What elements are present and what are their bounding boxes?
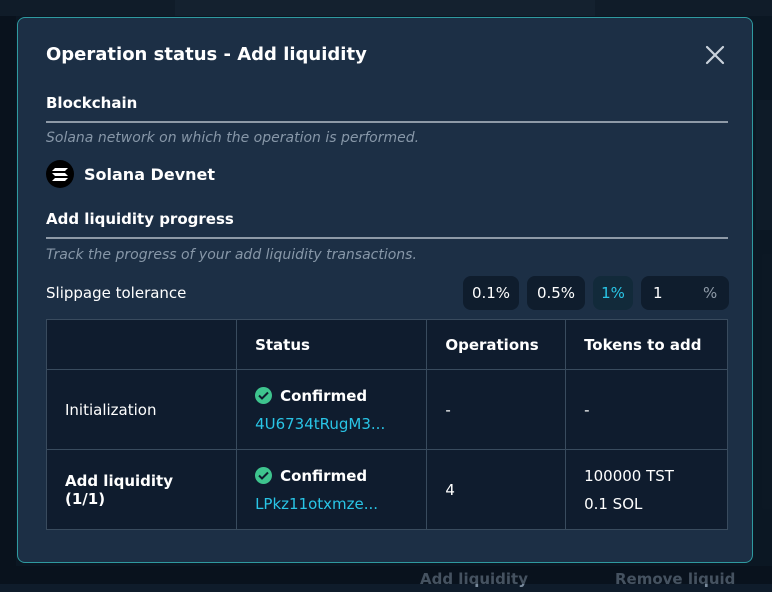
slippage-option-1-selected[interactable]: 1% xyxy=(593,276,633,310)
operation-status-modal: Operation status - Add liquidity Blockch… xyxy=(17,17,753,563)
status-confirmed: Confirmed xyxy=(255,467,408,485)
row-status-cell: Confirmed LPkz11otxmze... xyxy=(236,449,428,530)
row-status-cell: Confirmed 4U6734tRugM3... xyxy=(236,369,428,450)
status-text: Confirmed xyxy=(280,386,368,405)
solana-logo-icon xyxy=(46,160,74,188)
row-step: Add liquidity (1/1) xyxy=(45,449,238,530)
progress-divider xyxy=(46,237,728,239)
token-amount: 0.1 SOL xyxy=(584,494,643,513)
operations-table: Status Operations Tokens to add Initiali… xyxy=(45,319,728,530)
slippage-option-0-5[interactable]: 0.5% xyxy=(527,276,585,310)
network-name: Solana Devnet xyxy=(84,164,216,184)
slippage-label: Slippage tolerance xyxy=(46,284,187,302)
check-circle-icon xyxy=(255,387,273,404)
slippage-custom-field[interactable]: % xyxy=(641,276,729,310)
row-tokens: 100000 TST 0.1 SOL xyxy=(565,449,728,530)
row-step: Initialization xyxy=(45,369,238,450)
transaction-link[interactable]: LPkz11otxmze... xyxy=(255,495,408,513)
transaction-link[interactable]: 4U6734tRugM3... xyxy=(255,415,408,433)
table-header-row: Status Operations Tokens to add xyxy=(45,319,728,370)
header-status: Status xyxy=(236,319,428,370)
blockchain-section-title: Blockchain xyxy=(46,94,138,112)
table-row: Add liquidity (1/1) Confirmed LPkz11otxm… xyxy=(45,449,728,530)
blockchain-divider xyxy=(46,121,728,123)
status-text: Confirmed xyxy=(280,466,368,485)
status-confirmed: Confirmed xyxy=(255,387,408,405)
header-operations: Operations xyxy=(426,319,567,370)
progress-section-title: Add liquidity progress xyxy=(46,210,234,228)
slippage-custom-input[interactable] xyxy=(653,284,703,302)
header-step xyxy=(45,319,238,370)
modal-title: Operation status - Add liquidity xyxy=(46,44,367,65)
header-tokens: Tokens to add xyxy=(565,319,728,370)
progress-description: Track the progress of your add liquidity… xyxy=(46,247,417,263)
slippage-option-0-1[interactable]: 0.1% xyxy=(463,276,519,310)
row-operations: 4 xyxy=(426,449,567,530)
table-row: Initialization Confirmed 4U6734tRugM3...… xyxy=(45,369,728,450)
row-operations: - xyxy=(426,369,567,450)
slippage-options: 0.1% 0.5% 1% % xyxy=(463,276,729,310)
close-button[interactable] xyxy=(704,44,726,66)
blockchain-description: Solana network on which the operation is… xyxy=(46,130,420,146)
network-display: Solana Devnet xyxy=(46,160,215,188)
token-amount: 100000 TST xyxy=(584,466,674,485)
row-tokens: - xyxy=(565,369,728,450)
close-icon xyxy=(705,45,725,65)
token-amount: - xyxy=(584,400,590,419)
check-circle-icon xyxy=(255,467,273,484)
slippage-unit: % xyxy=(703,284,718,302)
